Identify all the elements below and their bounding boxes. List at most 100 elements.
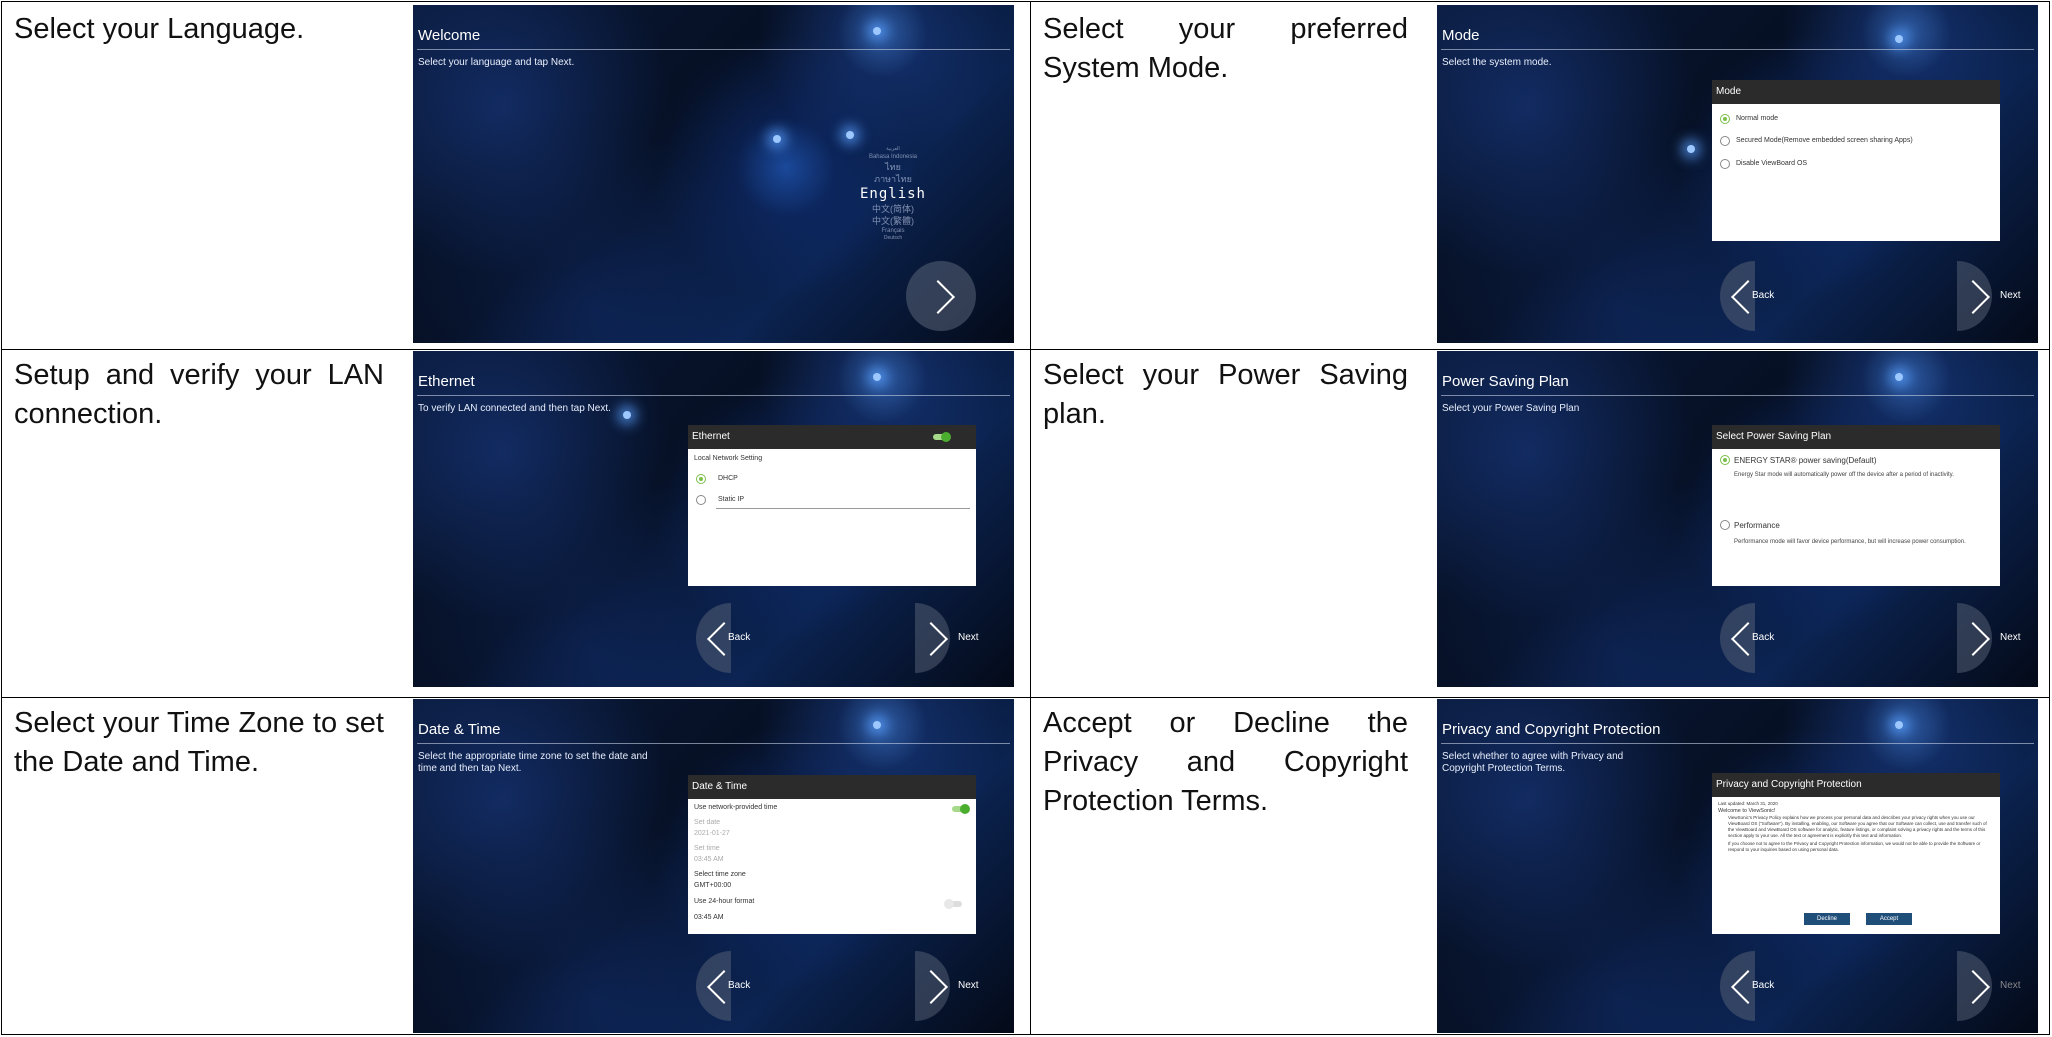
screen-subtitle: Select whether to agree with Privacy and… [1442, 751, 1624, 774]
radio-disable-os[interactable] [1720, 159, 1730, 169]
radio-normal-mode[interactable] [1720, 114, 1730, 124]
next-label: Next [2000, 632, 2021, 643]
radio-static-ip[interactable] [696, 495, 706, 505]
screen-title: Ethernet [418, 373, 475, 390]
light-dot [846, 131, 854, 139]
setting-value: 03:45 AM [694, 914, 724, 921]
decline-button[interactable]: Decline [1804, 913, 1850, 925]
screen-title: Mode [1442, 27, 1480, 44]
title-rule [1441, 395, 2034, 396]
screen-subtitle: Select your language and tap Next. [418, 57, 575, 68]
next-button[interactable]: Next [914, 603, 979, 673]
radio-secured-mode[interactable] [1720, 136, 1730, 146]
back-button[interactable]: Back [1720, 603, 1778, 673]
ethernet-dialog: Ethernet Local Network Setting DHCP Stat… [688, 425, 976, 586]
row-divider [2, 697, 2049, 698]
back-label: Back [1752, 290, 1775, 301]
language-picker[interactable]: العربية Bahasa Indonesia ไทย ภาษาไทย Eng… [833, 146, 953, 242]
next-label: Next [2000, 980, 2021, 991]
privacy-screen: Privacy and Copyright Protection Select … [1437, 699, 2038, 1033]
language-option[interactable]: 中文(简体) [833, 203, 953, 215]
power-saving-dialog: Select Power Saving Plan ENERGY STAR® po… [1712, 425, 2000, 586]
24-hour-toggle[interactable] [944, 899, 962, 909]
step-caption: Select your Power Saving plan. [1043, 359, 1408, 430]
ethernet-toggle[interactable] [933, 432, 951, 442]
step-caption: Select your Time Zone to set the Date an… [14, 707, 384, 778]
next-button[interactable]: Next [914, 951, 979, 1021]
section-label: Local Network Setting [694, 455, 763, 462]
option-description: Performance mode will favor device perfo… [1734, 539, 1966, 545]
screen-title: Welcome [418, 27, 481, 44]
language-option[interactable]: Bahasa Indonesia [833, 153, 953, 161]
language-option[interactable]: Deutsch [833, 235, 953, 242]
next-label: Next [958, 980, 979, 991]
radio-dhcp[interactable] [696, 474, 706, 484]
date-time-screen: Date & Time Select the appropriate time … [413, 699, 1014, 1033]
next-button[interactable]: Next [1956, 261, 2021, 331]
next-button[interactable]: Next [1956, 951, 2021, 1021]
language-option-selected[interactable]: English [833, 185, 953, 203]
radio-energy-star[interactable] [1720, 455, 1730, 465]
title-rule [1441, 743, 2034, 744]
option-label: Normal mode [1736, 115, 1779, 122]
screen-subtitle: To verify LAN connected and then tap Nex… [418, 403, 611, 414]
screen-subtitle: Select the system mode. [1442, 57, 1552, 68]
next-label: Next [958, 632, 979, 643]
language-option[interactable]: Français [833, 227, 953, 235]
setting-label: Set date [694, 819, 721, 826]
light-dot [773, 135, 781, 143]
dialog-title: Mode [1712, 80, 2000, 104]
setting-label: Use 24-hour format [694, 898, 755, 905]
step-caption: Setup and verify your LAN connection. [14, 359, 384, 430]
language-option[interactable]: العربية [833, 146, 953, 153]
mode-screen: Mode Select the system mode. Mode Normal… [1437, 5, 2038, 343]
back-button[interactable]: Back [1720, 951, 1778, 1021]
title-rule [417, 49, 1010, 50]
light-dot [873, 373, 881, 381]
language-option[interactable]: ภาษาไทย [833, 173, 953, 185]
light-dot [1895, 373, 1903, 381]
light-dot [1895, 721, 1903, 729]
date-time-dialog: Date & Time Use network-provided time Se… [688, 775, 976, 934]
back-button[interactable]: Back [696, 951, 754, 1021]
back-button[interactable]: Back [696, 603, 754, 673]
terms-text-area[interactable]: Last updated: March 31, 2020 Welcome to … [1718, 801, 1994, 907]
option-label: ENERGY STAR® power saving(Default) [1734, 456, 1877, 465]
light-dot [873, 27, 881, 35]
radio-performance[interactable] [1720, 520, 1730, 530]
back-label: Back [1752, 980, 1775, 991]
title-rule [1441, 49, 2034, 50]
terms-welcome: Welcome to ViewSonic! [1718, 808, 1776, 814]
light-dot [1895, 35, 1903, 43]
setting-value: 2021-01-27 [694, 830, 730, 837]
back-label: Back [728, 632, 751, 643]
dialog-title: Privacy and Copyright Protection [1712, 773, 2000, 797]
screen-title: Privacy and Copyright Protection [1442, 721, 1661, 738]
light-dot [1687, 145, 1695, 153]
option-label: Secured Mode(Remove embedded screen shar… [1736, 137, 1913, 144]
next-round-button[interactable] [906, 261, 976, 331]
back-button[interactable]: Back [1720, 261, 1778, 331]
welcome-screen: Welcome Select your language and tap Nex… [413, 5, 1014, 343]
timezone-selector[interactable]: Select time zone [694, 871, 746, 878]
next-button[interactable]: Next [1956, 603, 2021, 673]
network-time-toggle[interactable] [952, 804, 970, 814]
terms-body: ViewSonic's Privacy Policy explains how … [1728, 815, 1987, 838]
screen-title: Date & Time [418, 721, 501, 738]
accept-button[interactable]: Accept [1866, 913, 1912, 925]
terms-body: If you choose not to agree to the Privac… [1728, 841, 1981, 852]
dialog-title: Select Power Saving Plan [1712, 425, 2000, 449]
title-rule [417, 743, 1010, 744]
option-label: Performance [1734, 521, 1780, 530]
row-divider [2, 349, 2049, 350]
language-option[interactable]: ไทย [833, 161, 953, 173]
setting-value: 03:45 AM [694, 856, 724, 863]
setting-value: GMT+00:00 [694, 882, 732, 889]
divider [716, 508, 970, 509]
screen-subtitle: Select the appropriate time zone to set … [418, 751, 648, 774]
language-option[interactable]: 中文(繁體) [833, 215, 953, 227]
option-label: DHCP [718, 475, 738, 482]
option-description: Energy Star mode will automatically powe… [1734, 472, 1954, 478]
option-label: Static IP [718, 496, 745, 503]
back-label: Back [1752, 632, 1775, 643]
